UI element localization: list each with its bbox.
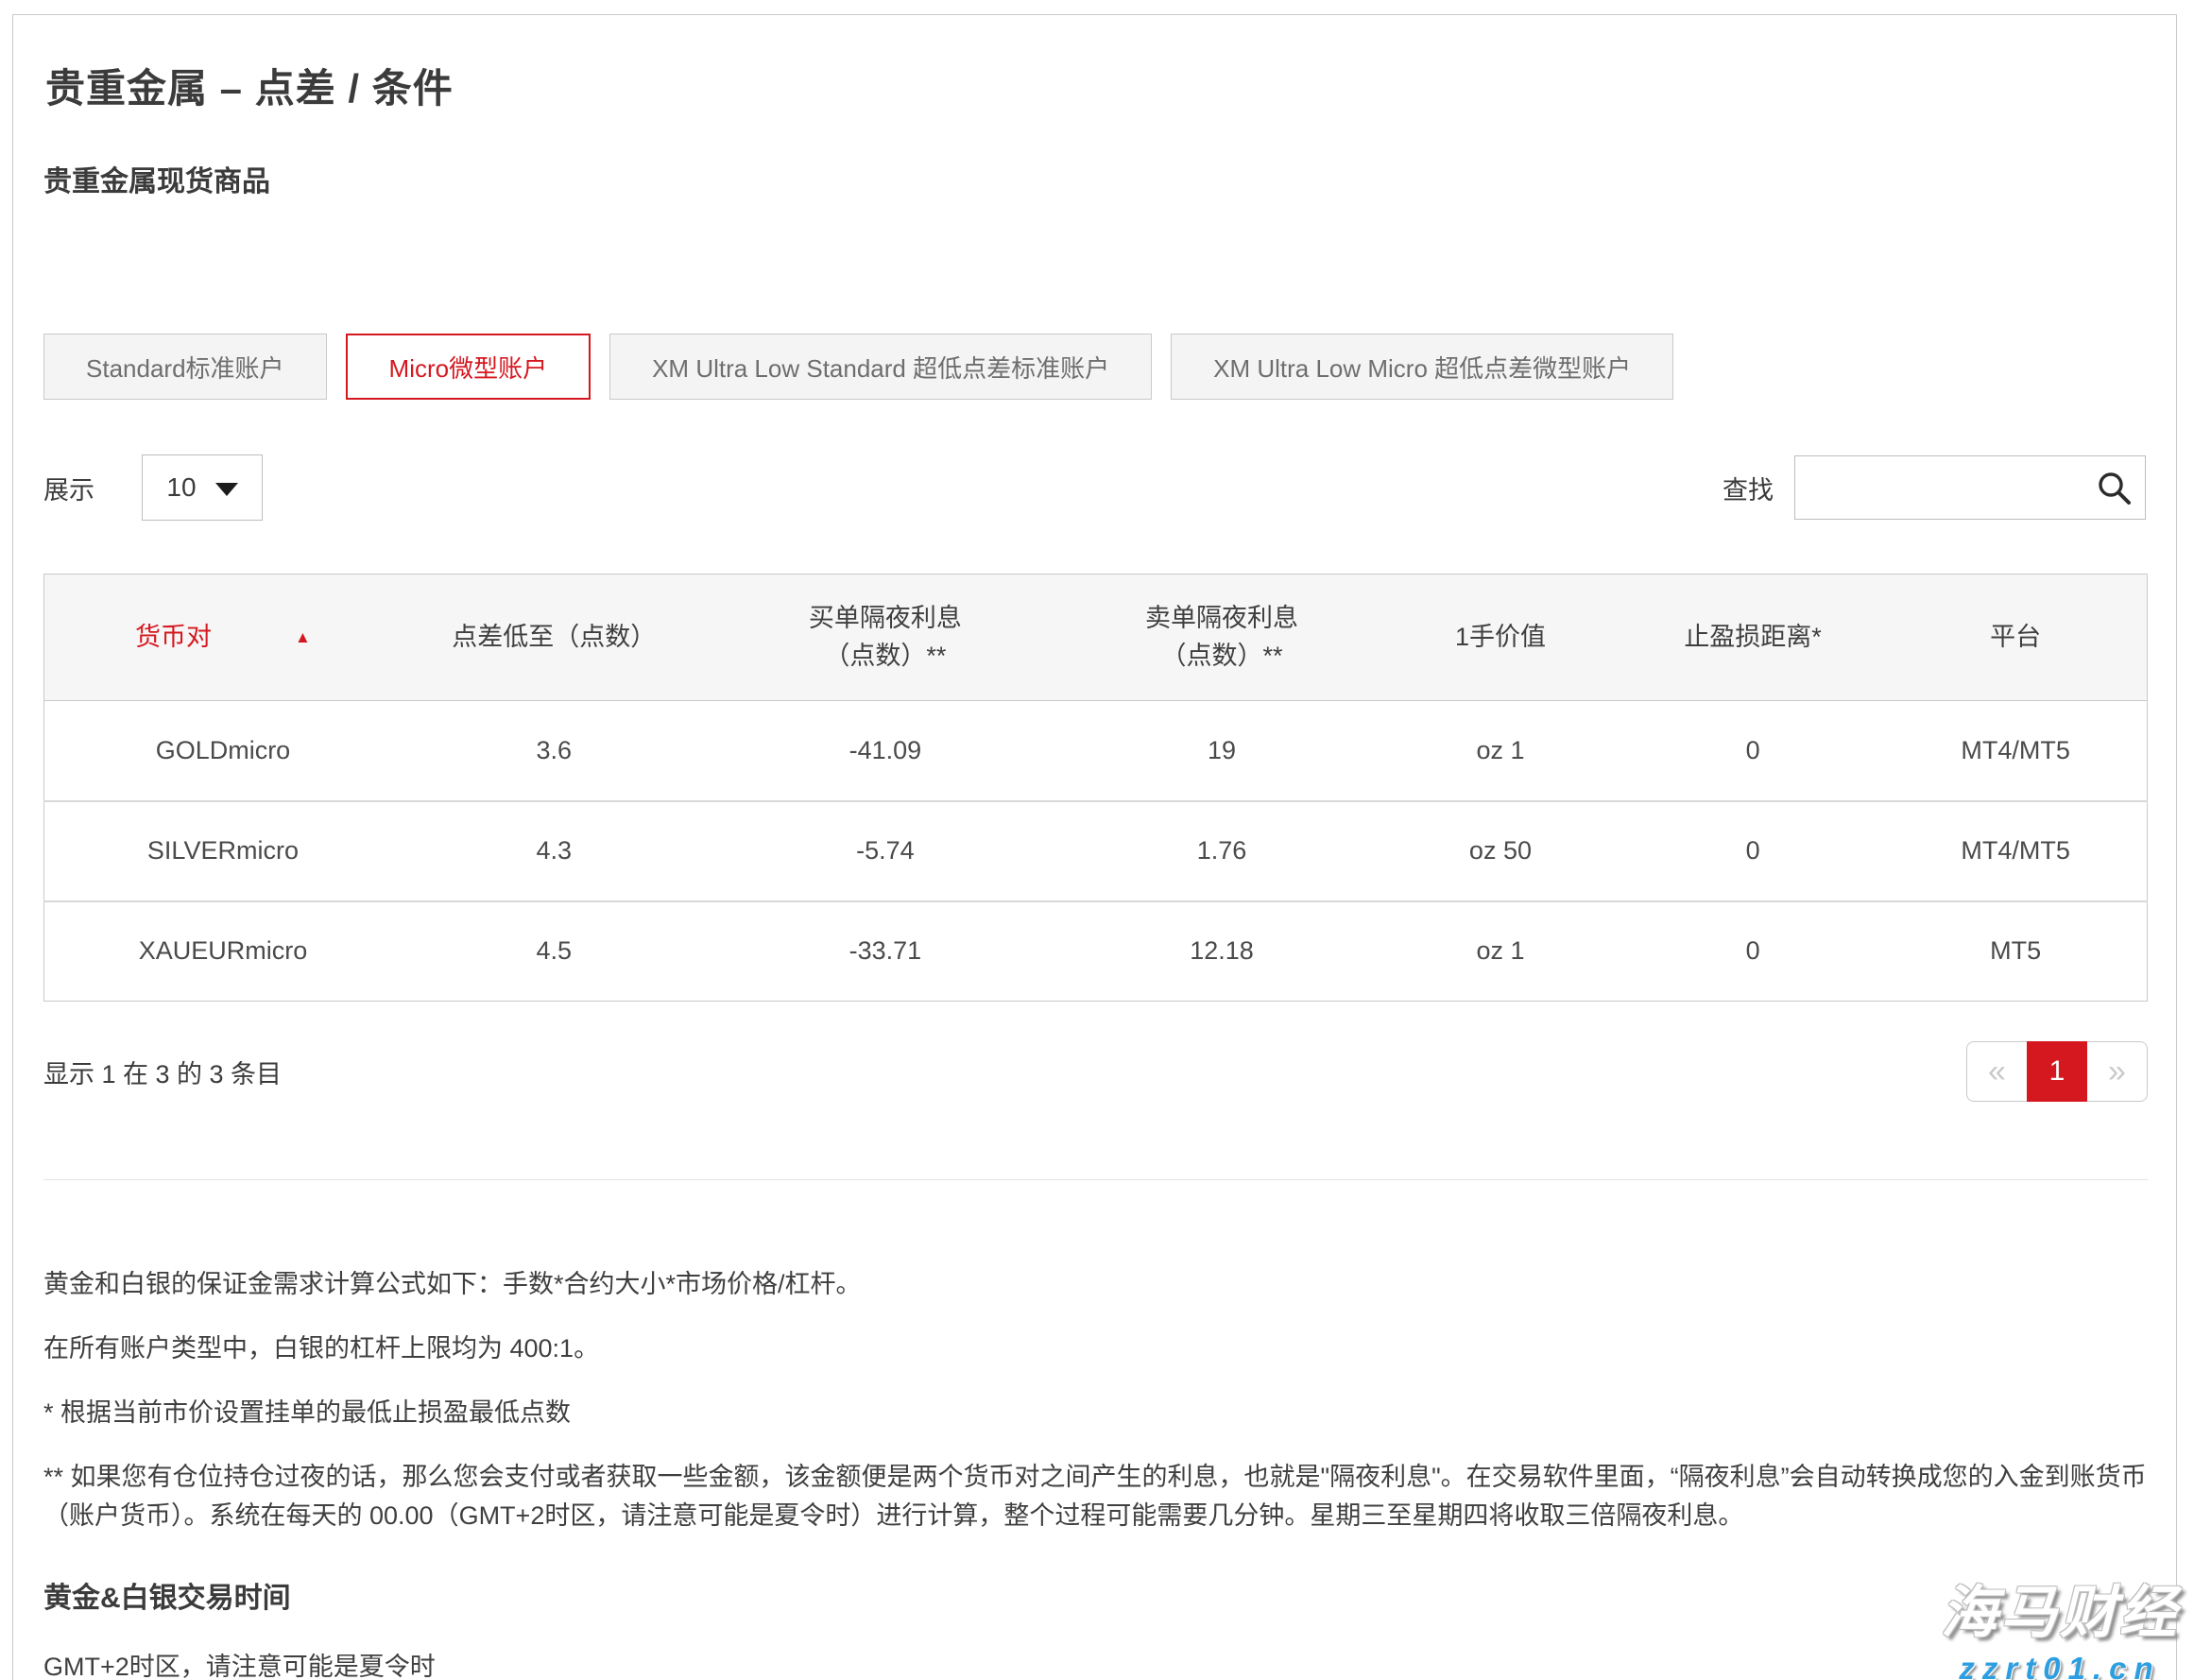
- header-currency-pair-label: 货币对: [135, 619, 212, 656]
- table-row: SILVERmicro 4.3 -5.74 1.76 oz 50 0 MT4/M…: [44, 801, 2148, 901]
- stop-level-note: * 根据当前市价设置挂单的最低止损盈最低点数: [43, 1394, 2148, 1433]
- header-spread[interactable]: 点差低至（点数）: [402, 574, 707, 701]
- cell-swap-long: -41.09: [707, 701, 1064, 801]
- watermark-brand: 海马财经: [1941, 1567, 2179, 1649]
- trading-hours-heading: 黄金&白银交易时间: [43, 1574, 2148, 1616]
- page-title: 贵重金属 – 点差 / 条件: [45, 57, 2146, 114]
- entries-info: 显示 1 在 3 的 3 条目: [43, 1054, 282, 1090]
- cell-swap-short: 1.76: [1064, 801, 1380, 901]
- pagination-page-1-button[interactable]: 1: [2027, 1041, 2087, 1102]
- pagination: « 1 »: [1966, 1041, 2148, 1102]
- section-divider: [43, 1179, 2148, 1180]
- cell-platform: MT4/MT5: [1884, 701, 2147, 801]
- search-input[interactable]: [1794, 455, 2146, 520]
- content-frame: 贵重金属 – 点差 / 条件 贵重金属现货商品 Standard标准账户 Mic…: [12, 14, 2177, 1680]
- cell-stop-distance: 0: [1621, 701, 1884, 801]
- account-type-tabs: Standard标准账户 Micro微型账户 XM Ultra Low Stan…: [43, 334, 2146, 400]
- tab-ultra-low-standard-account[interactable]: XM Ultra Low Standard 超低点差标准账户: [609, 334, 1152, 400]
- cell-swap-long: -5.74: [707, 801, 1064, 901]
- page-size-select[interactable]: 10: [142, 454, 263, 521]
- table-controls: 展示 10 查找: [43, 454, 2146, 521]
- tab-standard-account[interactable]: Standard标准账户: [43, 334, 327, 400]
- page-size-value: 10: [166, 472, 196, 503]
- cell-spread: 3.6: [402, 701, 707, 801]
- header-lot-value[interactable]: 1手价值: [1380, 574, 1621, 701]
- margin-formula-note: 黄金和白银的保证金需求计算公式如下：手数*合约大小*市场价格/杠杆。: [43, 1265, 2148, 1305]
- tab-ultra-low-micro-account[interactable]: XM Ultra Low Micro 超低点差微型账户: [1171, 334, 1673, 400]
- notes-section: 黄金和白银的保证金需求计算公式如下：手数*合约大小*市场价格/杠杆。 在所有账户…: [43, 1265, 2148, 1680]
- spreads-table: 货币对 ▲ 点差低至（点数） 买单隔夜利息 （点数）** 卖单隔夜利息 （点数）…: [43, 574, 2148, 1002]
- cell-swap-long: -33.71: [707, 901, 1064, 1002]
- cell-lot-value: oz 50: [1380, 801, 1621, 901]
- cell-platform: MT4/MT5: [1884, 801, 2147, 901]
- search-label: 查找: [1723, 470, 1774, 506]
- cell-platform: MT5: [1884, 901, 2147, 1002]
- cell-pair: SILVERmicro: [44, 801, 402, 901]
- show-entries-label: 展示: [43, 470, 94, 506]
- site-watermark: 海马财经 zzrt01.cn: [1941, 1567, 2179, 1680]
- cell-pair: XAUEURmicro: [44, 901, 402, 1002]
- header-platform[interactable]: 平台: [1884, 574, 2147, 701]
- table-row: GOLDmicro 3.6 -41.09 19 oz 1 0 MT4/MT5: [44, 701, 2148, 801]
- search-icon: [2095, 469, 2133, 506]
- cell-stop-distance: 0: [1621, 801, 1884, 901]
- search-area: 查找: [1723, 455, 2146, 520]
- swap-explanation-note: ** 如果您有仓位持仓过夜的话，那么您会支付或者获取一些金额，该金额便是两个货币…: [43, 1458, 2148, 1537]
- tab-micro-account[interactable]: Micro微型账户: [346, 334, 591, 400]
- cell-spread: 4.5: [402, 901, 707, 1002]
- table-row: XAUEURmicro 4.5 -33.71 12.18 oz 1 0 MT5: [44, 901, 2148, 1002]
- header-stop-distance[interactable]: 止盈损距离*: [1621, 574, 1884, 701]
- cell-spread: 4.3: [402, 801, 707, 901]
- cell-lot-value: oz 1: [1380, 901, 1621, 1002]
- header-swap-long[interactable]: 买单隔夜利息 （点数）**: [707, 574, 1064, 701]
- cell-swap-short: 19: [1064, 701, 1380, 801]
- silver-leverage-note: 在所有账户类型中，白银的杠杆上限均为 400:1。: [43, 1329, 2148, 1369]
- pagination-next-button[interactable]: »: [2087, 1041, 2148, 1102]
- watermark-site-url: zzrt01.cn: [1941, 1651, 2179, 1680]
- cell-swap-short: 12.18: [1064, 901, 1380, 1002]
- search-box: [1794, 455, 2146, 520]
- sort-asc-icon: ▲: [295, 629, 311, 645]
- cell-stop-distance: 0: [1621, 901, 1884, 1002]
- cell-pair: GOLDmicro: [44, 701, 402, 801]
- table-footer: 显示 1 在 3 的 3 条目 « 1 »: [43, 1041, 2148, 1102]
- page-subtitle: 贵重金属现货商品: [43, 158, 2146, 199]
- table-header-row: 货币对 ▲ 点差低至（点数） 买单隔夜利息 （点数）** 卖单隔夜利息 （点数）…: [44, 574, 2148, 701]
- cell-lot-value: oz 1: [1380, 701, 1621, 801]
- timezone-note: GMT+2时区，请注意可能是夏令时: [43, 1646, 2148, 1680]
- chevron-down-icon: [215, 483, 238, 496]
- header-currency-pair[interactable]: 货币对 ▲: [44, 574, 402, 701]
- pagination-prev-button[interactable]: «: [1966, 1041, 2027, 1102]
- header-swap-short[interactable]: 卖单隔夜利息 （点数）**: [1064, 574, 1380, 701]
